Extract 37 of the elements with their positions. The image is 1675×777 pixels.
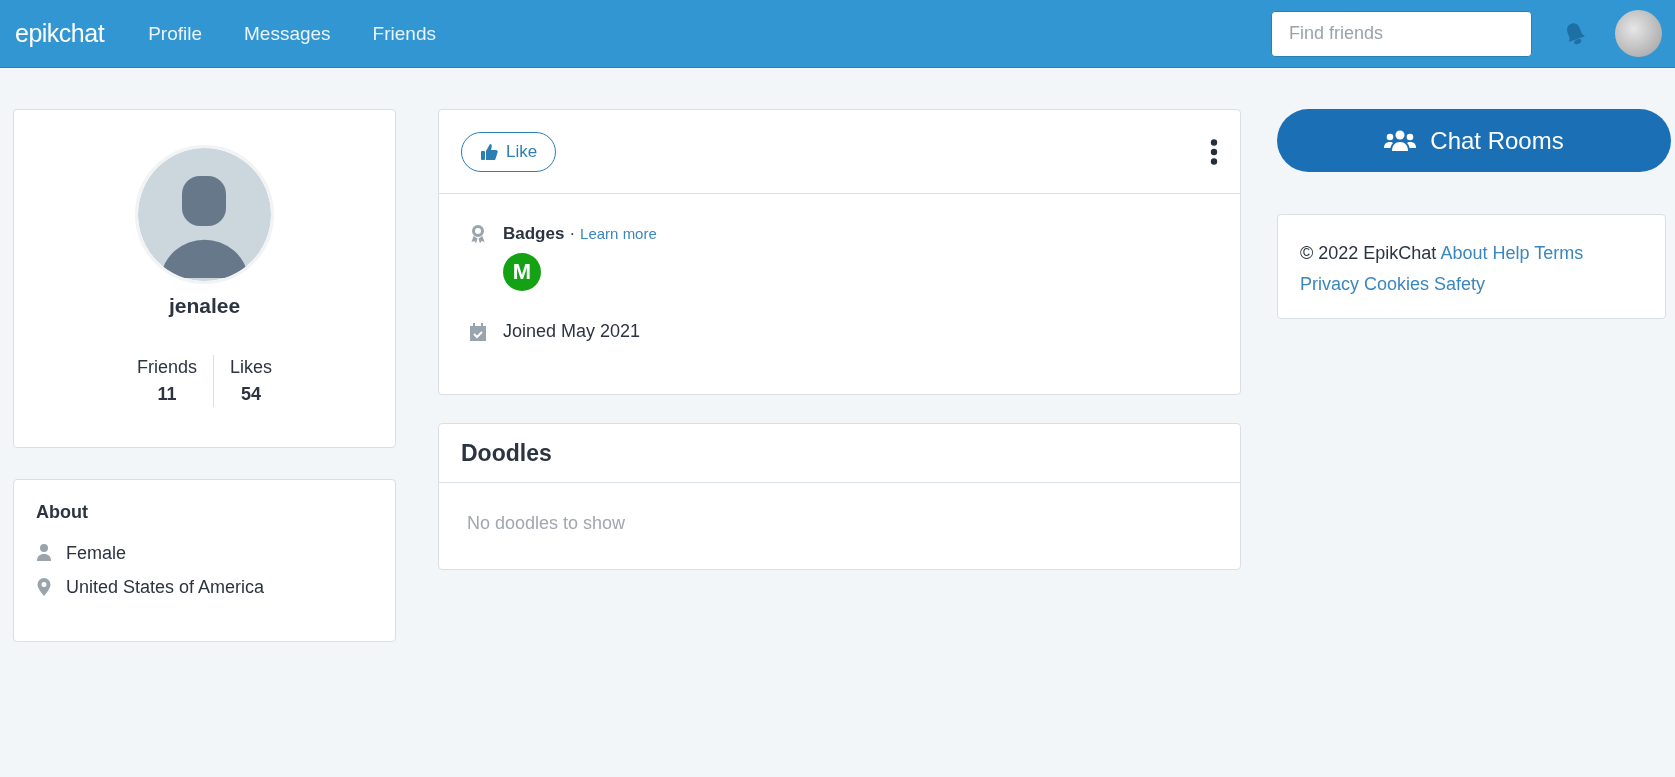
logo[interactable]: epikchat: [15, 19, 105, 48]
ribbon-badge-icon: [470, 224, 486, 244]
calendar-check-icon: [470, 322, 486, 341]
doodles-title: Doodles: [461, 439, 552, 467]
about-title: About: [36, 502, 89, 523]
about-text: United States of America: [66, 576, 265, 598]
map-pin-icon: [36, 577, 52, 597]
username: jenalee: [168, 294, 241, 318]
footer-text: © 2022 EpikChat About Help Terms Privacy Cookies Safety: [1300, 242, 1585, 296]
people-group-icon: [1384, 129, 1417, 152]
avatar-photo[interactable]: [1615, 10, 1662, 57]
joined-date: Joined May 2021: [503, 321, 641, 342]
footer-link[interactable]: About: [1440, 243, 1488, 263]
footer-link[interactable]: Privacy: [1300, 274, 1359, 294]
badge-icon: M: [503, 253, 541, 291]
nav-link[interactable]: Profile: [148, 22, 202, 45]
learn-more-link[interactable]: Learn more: [580, 225, 657, 242]
search-field[interactable]: Find friends: [1271, 10, 1532, 57]
stat-label: Friends: [136, 357, 197, 378]
nav-link[interactable]: Messages: [244, 22, 331, 45]
more-options-icon[interactable]: [1210, 138, 1218, 165]
nav-link[interactable]: Friends: [372, 22, 436, 45]
like-button[interactable]: Like: [461, 131, 557, 172]
thumbs-up-icon: [480, 142, 498, 161]
person-icon: [36, 543, 52, 563]
stat-value: 54: [241, 384, 262, 405]
chat-rooms-button[interactable]: Chat Rooms: [1277, 109, 1671, 172]
footer-link[interactable]: Cookies: [1364, 274, 1430, 294]
empty-message: No doodles to show: [466, 512, 627, 535]
badges-label: Badges: [503, 224, 565, 243]
stat-label: Likes: [230, 357, 273, 378]
footer-link[interactable]: Safety: [1434, 274, 1486, 294]
footer-link[interactable]: Terms: [1534, 243, 1584, 263]
about-text: Female: [66, 542, 127, 564]
separator-dot: ·: [569, 224, 576, 243]
footer-link[interactable]: Help: [1492, 243, 1530, 263]
stat-value: 11: [157, 384, 177, 405]
